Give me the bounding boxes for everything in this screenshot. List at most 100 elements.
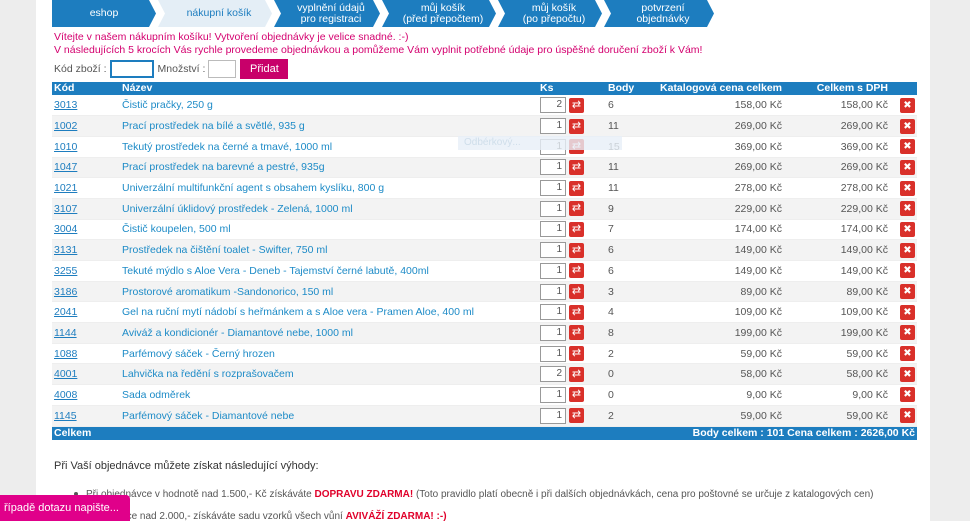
refresh-icon[interactable]: ⇄ bbox=[569, 325, 584, 341]
item-qty-input[interactable]: 1 bbox=[540, 118, 566, 135]
item-code-link[interactable]: 4008 bbox=[54, 389, 77, 401]
item-name[interactable]: Parfémový sáček - Diamantové nebe bbox=[120, 405, 538, 427]
item-code-link[interactable]: 1010 bbox=[54, 141, 77, 153]
trash-icon[interactable]: ✖ bbox=[900, 284, 915, 300]
trash-icon[interactable]: ✖ bbox=[900, 139, 915, 155]
item-qty-input[interactable]: 1 bbox=[540, 221, 566, 238]
trash-icon[interactable]: ✖ bbox=[900, 263, 915, 279]
refresh-icon[interactable]: ⇄ bbox=[569, 201, 584, 217]
item-qty-input[interactable]: 1 bbox=[540, 304, 566, 321]
item-code-link[interactable]: 4001 bbox=[54, 368, 77, 380]
item-qty-input[interactable]: 1 bbox=[540, 262, 566, 279]
table-row: 4001 Lahvička na ředění s rozprašovačem 2 ⇄… bbox=[52, 363, 917, 386]
add-button[interactable]: Přidat bbox=[240, 59, 289, 79]
refresh-icon[interactable]: ⇄ bbox=[569, 242, 584, 258]
item-qty-input[interactable]: 1 bbox=[540, 324, 566, 341]
item-name[interactable]: Aviváž a kondicionér - Diamantové nebe, … bbox=[120, 322, 538, 344]
item-name[interactable]: Čistič pračky, 250 g bbox=[120, 95, 538, 117]
item-qty-input[interactable]: 1 bbox=[540, 386, 566, 403]
item-name[interactable]: Univerzální úklidový prostředek - Zelená… bbox=[120, 198, 538, 220]
item-qty-input[interactable]: 2 bbox=[540, 366, 566, 383]
trash-icon[interactable]: ✖ bbox=[900, 221, 915, 237]
trash-icon[interactable]: ✖ bbox=[900, 118, 915, 134]
trash-icon[interactable]: ✖ bbox=[900, 387, 915, 403]
help-chat-tab[interactable]: řípadě dotazu napište... bbox=[0, 495, 130, 521]
refresh-icon[interactable]: ⇄ bbox=[569, 180, 584, 196]
item-code-link[interactable]: 1021 bbox=[54, 182, 77, 194]
right-margin bbox=[930, 0, 970, 521]
trash-icon[interactable]: ✖ bbox=[900, 304, 915, 320]
trash-icon[interactable]: ✖ bbox=[900, 242, 915, 258]
trash-icon[interactable]: ✖ bbox=[900, 346, 915, 362]
refresh-icon[interactable]: ⇄ bbox=[569, 284, 584, 300]
refresh-icon[interactable]: ⇄ bbox=[569, 366, 584, 382]
trash-icon[interactable]: ✖ bbox=[900, 366, 915, 382]
item-qty-input[interactable]: 1 bbox=[540, 345, 566, 362]
header-name: Název bbox=[120, 82, 538, 95]
item-qty-input[interactable]: 1 bbox=[540, 407, 566, 424]
refresh-icon[interactable]: ⇄ bbox=[569, 118, 584, 134]
trash-icon[interactable]: ✖ bbox=[900, 159, 915, 175]
item-qty-input[interactable]: 1 bbox=[540, 200, 566, 217]
trash-icon[interactable]: ✖ bbox=[900, 180, 915, 196]
step-tab-4[interactable]: můj košík (před přepočtem) bbox=[382, 0, 496, 27]
item-name[interactable]: Lahvička na ředění s rozprašovačem bbox=[120, 363, 538, 386]
item-name[interactable]: Sada odměrek bbox=[120, 384, 538, 406]
refresh-icon[interactable]: ⇄ bbox=[569, 387, 584, 403]
table-footer-row: Celkem Body celkem : 101 Cena celkem : 2… bbox=[52, 426, 917, 440]
item-name[interactable]: Prostorové aromatikum -Sandonorico, 150 … bbox=[120, 281, 538, 303]
refresh-icon[interactable]: ⇄ bbox=[569, 408, 584, 424]
item-qty-input[interactable]: 1 bbox=[540, 242, 566, 259]
item-name[interactable]: Čistič koupelen, 500 ml bbox=[120, 219, 538, 241]
item-code-link[interactable]: 3131 bbox=[54, 244, 77, 256]
item-qty-input[interactable]: 1 bbox=[540, 159, 566, 176]
trash-icon[interactable]: ✖ bbox=[900, 97, 915, 113]
trash-icon[interactable]: ✖ bbox=[900, 325, 915, 341]
step-tab-1[interactable]: eshop bbox=[52, 0, 156, 27]
item-catalog-price: 9,00 Kč bbox=[656, 384, 784, 406]
item-name[interactable]: Parfémový sáček - Černý hrozen bbox=[120, 343, 538, 365]
item-qty-input[interactable]: 1 bbox=[540, 283, 566, 300]
table-row: 1088 Parfémový sáček - Černý hrozen 1 ⇄ 2 59,… bbox=[52, 343, 917, 365]
step-tab-3[interactable]: vyplnění údajů pro registraci bbox=[274, 0, 380, 27]
item-code-link[interactable]: 1088 bbox=[54, 348, 77, 360]
item-name[interactable]: Prostředek na čištění toalet - Swifter, … bbox=[120, 239, 538, 261]
item-actions: ✖ bbox=[890, 405, 917, 427]
item-code-link[interactable]: 3013 bbox=[54, 99, 77, 111]
item-qty-input[interactable]: 1 bbox=[540, 180, 566, 197]
refresh-icon[interactable]: ⇄ bbox=[569, 221, 584, 237]
item-code-link[interactable]: 1047 bbox=[54, 161, 77, 173]
item-code-link[interactable]: 1145 bbox=[54, 410, 77, 422]
item-points: 11 bbox=[606, 115, 656, 137]
item-qty-cell: 1⇄ bbox=[538, 384, 606, 406]
refresh-icon[interactable]: ⇄ bbox=[569, 346, 584, 362]
refresh-icon[interactable]: ⇄ bbox=[569, 263, 584, 279]
item-code-link[interactable]: 3004 bbox=[54, 223, 77, 235]
step-tab-5[interactable]: můj košík (po přepočtu) bbox=[498, 0, 602, 27]
item-code-link[interactable]: 3107 bbox=[54, 203, 77, 215]
item-code-link[interactable]: 3255 bbox=[54, 265, 77, 277]
item-catalog-price: 59,00 Kč bbox=[656, 405, 784, 427]
item-name[interactable]: Gel na ruční mytí nádobí s heřmánkem a s… bbox=[120, 301, 538, 324]
refresh-icon[interactable]: ⇄ bbox=[569, 97, 584, 113]
item-code-link[interactable]: 1144 bbox=[54, 327, 77, 339]
item-name[interactable]: Univerzální multifunkční agent s obsahem… bbox=[120, 177, 538, 199]
quantity-input[interactable] bbox=[208, 60, 237, 78]
item-total: 59,00 Kč bbox=[784, 343, 890, 365]
item-code-link[interactable]: 3186 bbox=[54, 286, 77, 298]
refresh-icon[interactable]: ⇄ bbox=[569, 159, 584, 175]
refresh-icon[interactable]: ⇄ bbox=[569, 304, 584, 320]
step-tab-6[interactable]: potvrzení objednávky bbox=[604, 0, 714, 27]
table-header-row: Kód Název Ks Body Katalogová cena celkem… bbox=[52, 82, 917, 95]
trash-icon[interactable]: ✖ bbox=[900, 201, 915, 217]
item-name[interactable]: Prací prostředek na bílé a světlé, 935 g bbox=[120, 115, 538, 137]
item-code-link[interactable]: 1002 bbox=[54, 120, 77, 132]
trash-icon[interactable]: ✖ bbox=[900, 408, 915, 424]
item-code-link[interactable]: 2041 bbox=[54, 306, 77, 318]
item-name[interactable]: Tekuté mýdlo s Aloe Vera - Deneb - Tajem… bbox=[120, 260, 538, 282]
step-tab-2[interactable]: nákupní košík bbox=[158, 0, 272, 27]
item-name[interactable]: Prací prostředek na barevné a pestré, 93… bbox=[120, 157, 538, 179]
item-points: 3 bbox=[606, 281, 656, 303]
item-qty-input[interactable]: 2 bbox=[540, 97, 566, 114]
code-input[interactable] bbox=[109, 60, 154, 78]
